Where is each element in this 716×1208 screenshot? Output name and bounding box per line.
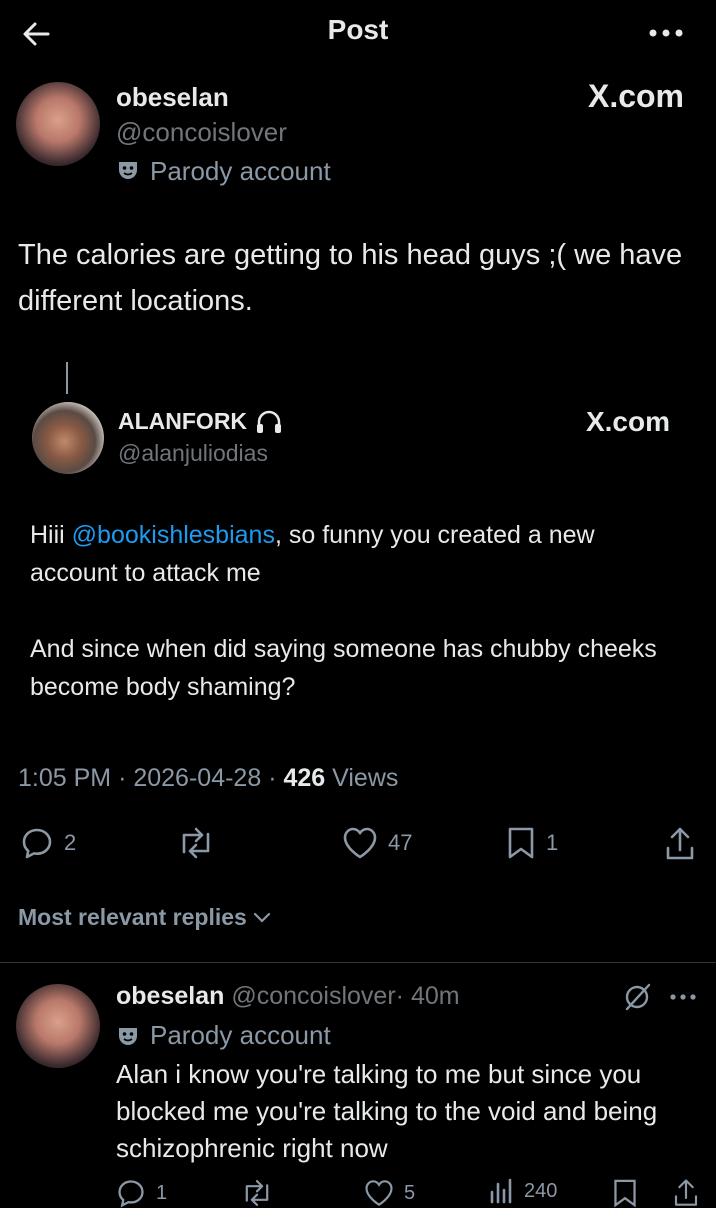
like-icon bbox=[364, 1178, 394, 1208]
quote-author-handle[interactable]: @alanjuliodias bbox=[118, 440, 268, 467]
meta-separator: · bbox=[118, 764, 127, 792]
parody-mask-icon bbox=[116, 1024, 140, 1048]
reply-views-count: 240 bbox=[524, 1179, 558, 1202]
meta-separator: · bbox=[268, 764, 277, 792]
reply-count: 2 bbox=[64, 830, 77, 855]
source-label: X.com bbox=[587, 78, 684, 114]
repost-icon bbox=[240, 1178, 274, 1208]
page-title: Post bbox=[327, 14, 389, 45]
reply-avatar[interactable] bbox=[16, 984, 100, 1068]
reply-parody-label: Parody account bbox=[150, 1020, 331, 1050]
reply-like-count: 5 bbox=[404, 1181, 416, 1204]
bookmark-icon bbox=[612, 1178, 638, 1208]
reply-author-handle[interactable]: @concoislover bbox=[231, 982, 395, 1010]
reply-more-icon[interactable] bbox=[670, 992, 696, 1002]
views-label: Views bbox=[332, 764, 399, 792]
reply-icon bbox=[20, 826, 54, 860]
mention-link[interactable]: @bookishlesbians bbox=[72, 521, 275, 549]
reply-reply-button[interactable]: 1 bbox=[116, 1178, 167, 1208]
reply-bookmark-button[interactable] bbox=[612, 1178, 638, 1208]
more-icon[interactable] bbox=[648, 26, 684, 40]
reply-share-button[interactable] bbox=[672, 1178, 700, 1208]
author-name[interactable]: obeselan bbox=[116, 82, 229, 113]
quote-text-prefix: Hiii bbox=[30, 521, 72, 549]
bookmark-count: 1 bbox=[546, 830, 559, 855]
quote-source-label: X.com bbox=[585, 406, 670, 437]
post-meta: 1:05 PM · 2026-04-28 · 426 Views bbox=[18, 764, 398, 793]
repost-button[interactable] bbox=[176, 826, 216, 860]
post-time: 1:05 PM bbox=[18, 764, 112, 792]
repost-icon bbox=[176, 826, 216, 860]
divider bbox=[0, 962, 716, 963]
reply-views-button[interactable]: 240 bbox=[488, 1178, 557, 1204]
bookmark-icon bbox=[506, 826, 536, 860]
share-icon bbox=[664, 826, 696, 862]
views-icon bbox=[488, 1178, 514, 1204]
replies-filter-label: Most relevant replies bbox=[18, 904, 247, 930]
grok-icon[interactable] bbox=[622, 982, 652, 1012]
like-count: 47 bbox=[388, 830, 413, 855]
quote-text-paragraph2: And since when did saying someone has ch… bbox=[30, 635, 657, 701]
chevron-down-icon bbox=[253, 912, 271, 924]
share-icon bbox=[672, 1178, 700, 1208]
like-button[interactable]: 47 bbox=[342, 826, 412, 860]
share-button[interactable] bbox=[664, 826, 696, 862]
reply-time: · 40m bbox=[395, 982, 460, 1010]
reply-text: Alan i know you're talking to me but sin… bbox=[116, 1059, 658, 1163]
author-handle[interactable]: @concoislover bbox=[116, 117, 287, 148]
quote-connector bbox=[66, 362, 68, 394]
reply-author-name[interactable]: obeselan bbox=[116, 982, 224, 1010]
post-text: The calories are getting to his head guy… bbox=[18, 239, 683, 317]
bookmark-button[interactable]: 1 bbox=[506, 826, 558, 860]
replies-filter[interactable]: Most relevant replies bbox=[18, 904, 271, 931]
parody-mask-icon bbox=[116, 158, 140, 182]
headphones-icon bbox=[255, 409, 283, 435]
reply-icon bbox=[116, 1178, 146, 1208]
views-count: 426 bbox=[283, 764, 326, 792]
reply-button[interactable]: 2 bbox=[20, 826, 76, 860]
post-date: 2026-04-28 bbox=[133, 764, 262, 792]
reply-like-button[interactable]: 5 bbox=[364, 1178, 415, 1208]
quote-text-line1: Hiii @bookishlesbians, so funny you crea… bbox=[30, 516, 680, 592]
reply-repost-button[interactable] bbox=[240, 1178, 274, 1208]
reply-reply-count: 1 bbox=[156, 1181, 168, 1204]
like-icon bbox=[342, 826, 378, 860]
avatar[interactable] bbox=[16, 82, 100, 166]
parody-label: Parody account bbox=[150, 156, 331, 186]
quote-author-name[interactable]: ALANFORK bbox=[118, 408, 247, 435]
quote-avatar[interactable] bbox=[32, 402, 104, 474]
